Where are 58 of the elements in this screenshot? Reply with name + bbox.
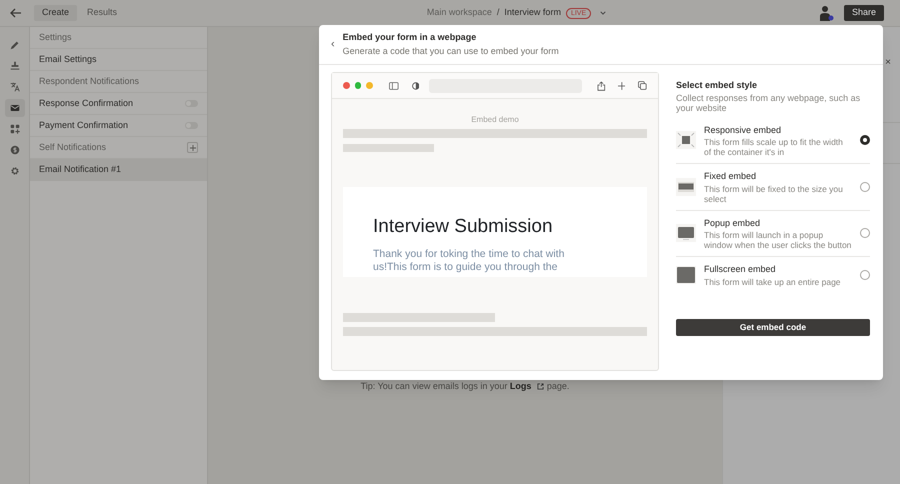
gear-icon: [8, 165, 20, 177]
menu-item[interactable]: Email Settings: [39, 52, 97, 66]
resize-icon: [676, 131, 696, 150]
tab[interactable]: Create: [34, 5, 78, 21]
external-link-icon: [537, 383, 544, 390]
stamp-icon: [8, 60, 20, 72]
form-title: Interview Submission: [373, 217, 554, 236]
option-description: This form fills scale up to fit the width of the container it's in: [704, 137, 844, 157]
option-title: Responsive embed: [704, 124, 782, 137]
tab[interactable]: Results: [79, 5, 126, 21]
form-description: Thank you for toking the time to chat with us!This form is to guide you through the: [373, 248, 566, 274]
option-title: Fixed embed: [704, 170, 758, 183]
section-header: Self Notifications: [39, 140, 108, 154]
preview-label: Embed demo: [471, 114, 519, 126]
modal-subtitle: Generate a code that you can use to embed your form: [342, 44, 559, 58]
share-button[interactable]: Share: [844, 5, 884, 21]
option-description: This form will take up an entire page: [704, 276, 842, 286]
back-arrow-icon[interactable]: [10, 8, 22, 18]
chevron-down-icon[interactable]: [600, 11, 606, 15]
plus-icon: [618, 82, 626, 90]
sidebar-icon: [389, 82, 399, 90]
section-header: Respondent Notifications: [39, 74, 140, 88]
get-embed-code-button[interactable]: Get embed code: [676, 318, 870, 336]
monitor-icon: [676, 224, 696, 242]
rail-button[interactable]: [4, 99, 24, 117]
breadcrumb-link[interactable]: Interview form: [504, 6, 561, 20]
option-description: This form will launch in a popup window when the user clicks the button: [704, 230, 852, 250]
pencil-icon: [8, 39, 20, 51]
modal-title: Embed your form in a webpage: [342, 31, 478, 44]
option-description: This form will be fixed to the size you select: [704, 184, 844, 204]
option-title: Fullscreen embed: [704, 263, 777, 276]
mail-icon: [8, 102, 20, 114]
logs-link[interactable]: Logs: [510, 380, 544, 394]
avatar-icon[interactable]: [818, 5, 834, 21]
window-icon: [676, 178, 696, 196]
option-title: Popup embed: [704, 216, 762, 230]
section-title: Select embed style: [676, 79, 758, 92]
blocks-icon: [8, 123, 20, 135]
coin-icon: [8, 144, 20, 156]
radio-button[interactable]: [860, 182, 870, 192]
section-header: Settings: [39, 30, 72, 44]
radio-button[interactable]: [860, 135, 870, 146]
plus-icon: [190, 144, 196, 150]
menu-item[interactable]: Payment Confirmation: [39, 118, 185, 132]
close-icon[interactable]: ×: [885, 58, 891, 68]
contrast-icon: [412, 82, 420, 90]
tabs-icon: [638, 81, 647, 90]
translate-icon: [8, 81, 20, 93]
menu-item[interactable]: Response Confirmation: [39, 96, 185, 110]
back-button[interactable]: ‹: [331, 39, 335, 50]
square-icon: [676, 266, 696, 284]
breadcrumb-separator: /: [496, 6, 500, 20]
radio-button[interactable]: [860, 270, 870, 280]
radio-button[interactable]: [860, 228, 870, 238]
tip-text: Tip: You can view emails logs in your Logs page.: [360, 380, 570, 394]
section-description: Collect responses from any webpage, such as your website: [676, 92, 862, 112]
add-button[interactable]: [187, 142, 198, 153]
share-icon: [597, 80, 606, 90]
